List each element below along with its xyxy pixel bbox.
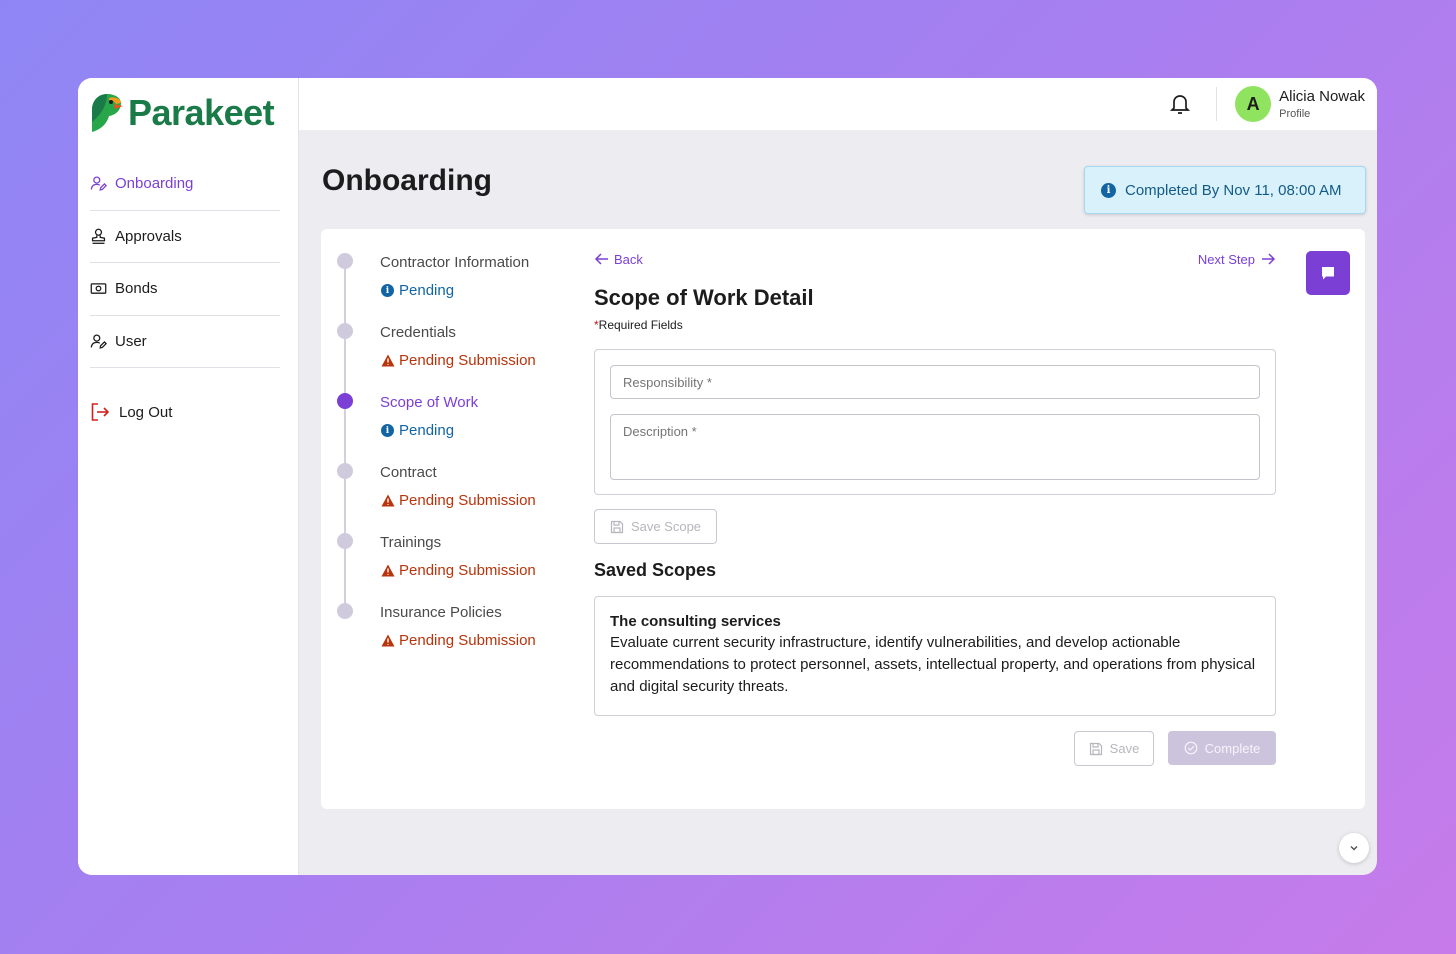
info-icon: i xyxy=(381,424,394,437)
step-status-text: Pending Submission xyxy=(399,492,536,509)
step-dot xyxy=(337,463,353,479)
complete-button[interactable]: Complete xyxy=(1168,731,1276,765)
brand-logo[interactable]: Parakeet xyxy=(90,90,280,136)
floppy-disk-icon xyxy=(610,520,624,533)
money-icon xyxy=(90,283,107,295)
step-connector xyxy=(344,261,346,611)
step-dot xyxy=(337,323,353,339)
sidebar-item-label: Onboarding xyxy=(115,175,194,193)
scope-description: Evaluate current security infrastructure… xyxy=(610,634,1256,695)
floppy-disk-icon xyxy=(1089,742,1102,755)
save-label: Save xyxy=(1109,741,1140,756)
scope-form xyxy=(594,349,1276,495)
step-status: Pending Submission xyxy=(381,632,536,649)
chevron-down-icon xyxy=(1350,845,1358,851)
chat-button[interactable] xyxy=(1306,251,1350,295)
required-label: Required Fields xyxy=(598,318,683,332)
user-profile[interactable]: Alicia Nowak Profile xyxy=(1279,88,1365,120)
step-title: Credentials xyxy=(380,324,456,341)
user-name: Alicia Nowak xyxy=(1279,88,1365,105)
logout-icon xyxy=(91,403,110,422)
sidebar-item-user[interactable]: User xyxy=(90,316,280,368)
back-button[interactable]: Back xyxy=(594,251,643,267)
main-area: A Alicia Nowak Profile Onboarding i Comp… xyxy=(299,78,1377,875)
back-label: Back xyxy=(614,251,643,267)
user-edit-icon xyxy=(90,176,107,191)
deadline-banner: i Completed By Nov 11, 08:00 AM xyxy=(1084,166,1366,214)
chat-bubble-icon xyxy=(1322,267,1334,280)
deadline-text: Completed By Nov 11, 08:00 AM xyxy=(1125,181,1342,199)
step-status: i Pending xyxy=(381,282,454,299)
step-dot-current xyxy=(337,393,353,409)
brand-name: Parakeet xyxy=(128,92,275,133)
sidebar-item-label: User xyxy=(115,332,147,350)
save-scope-button[interactable]: Save Scope xyxy=(594,509,717,544)
description-input[interactable] xyxy=(610,414,1260,480)
bell-icon[interactable] xyxy=(1168,92,1192,116)
step-status-text: Pending xyxy=(399,282,455,299)
warning-icon xyxy=(381,494,395,507)
step-status-text: Pending Submission xyxy=(399,632,536,649)
header-divider xyxy=(1216,87,1218,121)
section-title: Scope of Work Detail xyxy=(594,285,814,310)
step-title: Contractor Information xyxy=(380,254,530,271)
step-status: Pending Submission xyxy=(381,352,536,369)
logout-button[interactable]: Log Out xyxy=(90,386,280,439)
scroll-down-button[interactable] xyxy=(1339,833,1369,863)
sidebar-item-approvals[interactable]: Approvals xyxy=(90,211,280,263)
next-step-button[interactable]: Next Step xyxy=(1198,251,1276,267)
complete-label: Complete xyxy=(1204,740,1261,756)
profile-link[interactable]: Profile xyxy=(1279,108,1365,120)
warning-icon xyxy=(381,354,395,367)
step-title: Trainings xyxy=(380,534,442,551)
step-status-text: Pending Submission xyxy=(399,562,536,579)
step-status: i Pending xyxy=(381,422,454,439)
app-window: Parakeet Onboarding Approvals Bonds User… xyxy=(78,78,1377,875)
saved-scopes-title: Saved Scopes xyxy=(594,560,717,580)
required-fields-note: *Required Fields xyxy=(594,318,683,332)
arrow-right-icon xyxy=(1262,253,1276,265)
save-button[interactable]: Save xyxy=(1074,731,1154,766)
step-title: Scope of Work xyxy=(380,394,479,411)
user-edit-icon xyxy=(90,334,107,349)
step-status: Pending Submission xyxy=(381,562,536,579)
step-title: Insurance Policies xyxy=(380,604,502,621)
sidebar-item-label: Approvals xyxy=(115,227,182,245)
warning-icon xyxy=(381,634,395,647)
topbar: A Alicia Nowak Profile xyxy=(299,78,1377,130)
sidebar: Parakeet Onboarding Approvals Bonds User… xyxy=(78,78,299,875)
step-dot xyxy=(337,603,353,619)
warning-icon xyxy=(381,564,395,577)
sidebar-item-label: Bonds xyxy=(115,280,158,298)
parakeet-logo-icon xyxy=(92,94,123,132)
logout-label: Log Out xyxy=(119,403,173,421)
step-status: Pending Submission xyxy=(381,492,536,509)
saved-scope-item: The consulting services Evaluate current… xyxy=(594,596,1276,716)
responsibility-input[interactable] xyxy=(610,365,1260,399)
step-title: Contract xyxy=(380,464,437,481)
step-dot xyxy=(337,533,353,549)
arrow-left-icon xyxy=(594,253,608,265)
avatar[interactable]: A xyxy=(1235,86,1272,122)
step-status-text: Pending Submission xyxy=(399,352,536,369)
scope-name: The consulting services xyxy=(610,613,781,630)
next-step-label: Next Step xyxy=(1197,251,1255,267)
check-circle-icon xyxy=(1184,741,1198,755)
stamp-icon xyxy=(91,228,106,244)
page-title: Onboarding xyxy=(322,164,492,197)
onboarding-card: Contractor Information i Pending Credent… xyxy=(321,229,1365,809)
step-dot xyxy=(337,253,353,269)
step-status-text: Pending xyxy=(399,422,455,439)
sidebar-item-onboarding[interactable]: Onboarding xyxy=(90,158,280,211)
info-icon: i xyxy=(381,284,394,297)
sidebar-item-bonds[interactable]: Bonds xyxy=(90,263,280,316)
info-icon: i xyxy=(1101,182,1116,198)
save-scope-label: Save Scope xyxy=(630,519,702,534)
